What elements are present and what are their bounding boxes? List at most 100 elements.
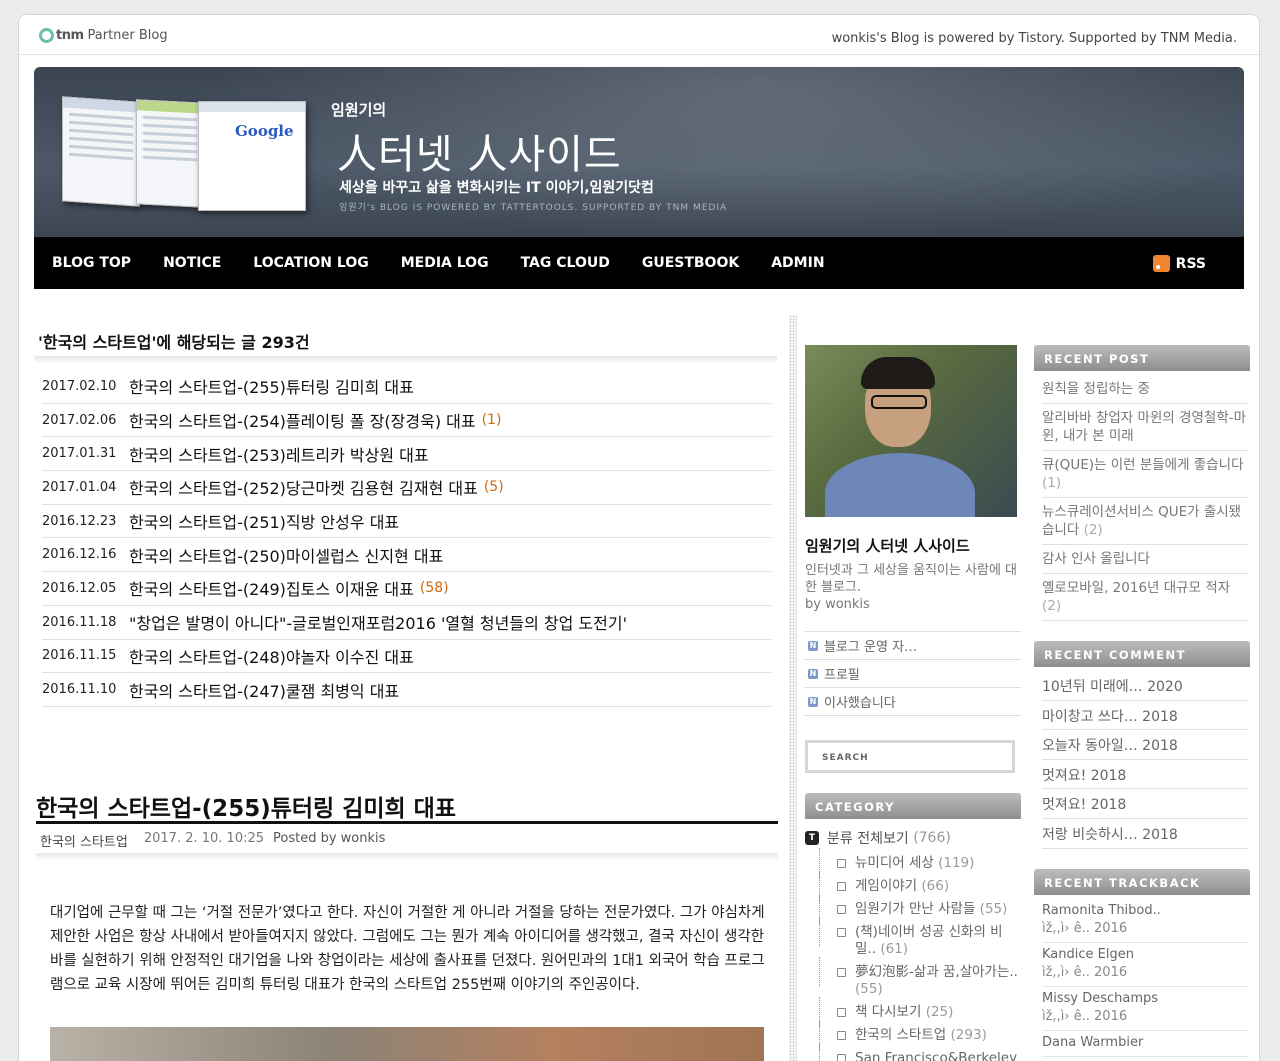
profile-author: by wonkis (805, 597, 870, 612)
category-root-name: 분류 전체보기 (827, 831, 909, 847)
post-date: 2017.02.06 (42, 412, 117, 428)
recent-post-item[interactable]: 감사 인사 올립니다 (1042, 545, 1248, 574)
trackback-name: Dana Warmbier (1042, 1034, 1144, 1050)
category-name: 임원기가 만난 사람들 (855, 901, 976, 917)
rss-icon (1152, 255, 1170, 272)
recent-comment-list: 10년뒤 미래에… 2020 마이창고 쓰다… 2018 오늘자 동아일… 20… (1042, 671, 1248, 849)
category-count: (61) (880, 941, 909, 957)
post-row[interactable]: 2017.02.06 한국의 스타트업-(254)플레이팅 폴 장(장경욱) 대표… (42, 404, 771, 438)
nav-notice[interactable]: NOTICE (163, 255, 221, 271)
category-root[interactable]: T 분류 전체보기 (766) (805, 827, 1021, 849)
nav-guestbook[interactable]: GUESTBOOK (642, 255, 739, 271)
post-date: 2017.01.04 (42, 479, 117, 495)
nav-location-log[interactable]: LOCATION LOG (253, 255, 368, 271)
post-date: 2016.11.15 (42, 648, 117, 664)
recent-comment-item[interactable]: 10년뒤 미래에… 2020 (1042, 671, 1248, 701)
post-title-link[interactable]: 한국의 스타트업-(253)레트리카 박상원 대표 (129, 442, 429, 466)
category-name: San Francisco&Berkeley (855, 1050, 1018, 1061)
comment-count[interactable]: (58) (420, 580, 449, 596)
recent-comment-item[interactable]: 마이창고 쓰다… 2018 (1042, 701, 1248, 731)
profile-link-profile[interactable]: N 프로필 (805, 660, 1021, 688)
recent-post-count: (2) (1083, 522, 1103, 538)
comment-count[interactable]: (5) (484, 479, 504, 495)
post-title-link[interactable]: 한국의 스타트업-(250)마이셀럽스 신지현 대표 (129, 543, 443, 567)
profile-link-blog-policy[interactable]: N 블로그 운영 자… (805, 632, 1021, 660)
post-row[interactable]: 2016.12.05 한국의 스타트업-(249)집토스 이재윤 대표 (58) (42, 572, 771, 606)
post-row[interactable]: 2016.11.18 "창업은 발명이 아니다"-글로벌인재포럼2016 '열혈 … (42, 606, 771, 640)
main-navigation: BLOG TOP NOTICE LOCATION LOG MEDIA LOG T… (34, 237, 1244, 289)
category-item[interactable]: 게임이야기 (66) (813, 871, 1021, 901)
folder-box-icon (837, 882, 846, 891)
article-title[interactable]: 한국의 스타트업-(255)튜터링 김미희 대표 (36, 789, 456, 823)
post-title-link[interactable]: 한국의 스타트업-(249)집토스 이재윤 대표 (129, 576, 414, 600)
category-item[interactable]: 뉴미디어 세상 (119) (813, 848, 1021, 878)
notice-n-icon: N (808, 640, 818, 651)
post-title-link[interactable]: 한국의 스타트업-(252)당근마켓 김용현 김재현 대표 (129, 475, 478, 499)
search-input[interactable]: SEARCH (805, 740, 1015, 773)
post-title-link[interactable]: 한국의 스타트업-(255)튜터링 김미희 대표 (129, 374, 414, 398)
blog-powered-text: 임원기's BLOG IS POWERED BY TATTERTOOLS. SU… (339, 203, 728, 213)
folder-box-icon (837, 905, 846, 914)
post-row[interactable]: 2017.01.04 한국의 스타트업-(252)당근마켓 김용현 김재현 대표 (… (42, 471, 771, 505)
browser-screenshot-google-icon: Google (198, 101, 306, 211)
nav-media-log[interactable]: MEDIA LOG (401, 255, 489, 271)
recent-post-title: 큐(QUE)는 이런 분들에게 좋습니다 (1042, 457, 1244, 473)
article-author: Posted by wonkis (273, 831, 386, 846)
article-category-link[interactable]: 한국의 스타트업 (40, 831, 128, 850)
category-item[interactable]: (책)네이버 성공 신화의 비밀.. (61) (813, 917, 1021, 958)
profile-link-moved[interactable]: N 이사했습니다 (805, 688, 1021, 716)
recent-trackback-item[interactable]: Ramonita Thibod.. ìž,,ì› ê.. 2016 (1042, 899, 1248, 943)
post-row[interactable]: 2016.12.23 한국의 스타트업-(251)직방 안성우 대표 (42, 505, 771, 539)
recent-post-item[interactable]: 뉴스큐레이션서비스 QUE가 출시됐습니다 (2) (1042, 498, 1248, 545)
profile-sidebar: 임원기의 人터넷 人사이드 인터넷과 그 세상을 움직이는 사람에 대한 블로그… (805, 345, 1021, 1061)
post-title-link[interactable]: 한국의 스타트업-(247)쿨잼 최병익 대표 (129, 678, 399, 702)
nav-tag-cloud[interactable]: TAG CLOUD (521, 255, 610, 271)
nav-admin[interactable]: ADMIN (771, 255, 824, 271)
recent-post-title: 원칙을 정립하는 중 (1042, 381, 1150, 397)
recent-comment-item[interactable]: 멋져요! 2018 (1042, 789, 1248, 819)
recent-post-item[interactable]: 원칙을 정립하는 중 (1042, 375, 1248, 404)
nav-blog-top[interactable]: BLOG TOP (52, 255, 131, 271)
post-title-link[interactable]: 한국의 스타트업-(251)직방 안성우 대표 (129, 509, 399, 533)
post-row[interactable]: 2016.11.10 한국의 스타트업-(247)쿨잼 최병익 대표 (42, 673, 771, 707)
recent-post-item[interactable]: 옐로모바일, 2016년 대규모 적자 (2) (1042, 574, 1248, 621)
category-item[interactable]: 책 다시보기 (25) (813, 997, 1021, 1027)
profile-name: 임원기의 人터넷 人사이드 (805, 537, 970, 555)
rss-label: RSS (1175, 255, 1206, 272)
blog-description: 세상을 바꾸고 삶을 변화시키는 IT 이야기,임원기닷컴 (339, 180, 654, 196)
category-name: 夢幻泡影-삶과 꿈,살아가는.. (855, 964, 1018, 980)
category-item[interactable]: 夢幻泡影-삶과 꿈,살아가는.. (55) (813, 957, 1021, 998)
post-title-link[interactable]: "창업은 발명이 아니다"-글로벌인재포럼2016 '열혈 청년들의 창업 도전… (129, 610, 627, 634)
post-row[interactable]: 2016.12.16 한국의 스타트업-(250)마이셀럽스 신지현 대표 (42, 538, 771, 573)
recent-comment-item[interactable]: 저랑 비슷하시… 2018 (1042, 819, 1248, 849)
recent-comment-header: RECENT COMMENT (1034, 641, 1250, 667)
post-title-link[interactable]: 한국의 스타트업-(248)야놀자 이수진 대표 (129, 644, 414, 668)
recent-comment-item[interactable]: 오늘자 동아일… 2018 (1042, 730, 1248, 760)
tnm-logo-icon (39, 28, 54, 43)
post-row[interactable]: 2016.11.15 한국의 스타트업-(248)야놀자 이수진 대표 (42, 640, 771, 674)
tnm-partner-blog-logo[interactable]: tnm Partner Blog (39, 28, 168, 43)
category-item[interactable]: San Francisco&Berkeley (813, 1043, 1021, 1061)
recent-comment-item[interactable]: 멋져요! 2018 (1042, 760, 1248, 790)
folder-box-icon (837, 1054, 846, 1061)
recent-post-item[interactable]: 알리바바 창업자 마윈의 경영철학-마윈, 내가 본 미래 (1042, 404, 1248, 451)
post-row[interactable]: 2017.01.31 한국의 스타트업-(253)레트리카 박상원 대표 (42, 437, 771, 472)
rss-link[interactable]: RSS (1152, 255, 1206, 272)
article-photo (50, 1027, 764, 1061)
category-item[interactable]: 한국의 스타트업 (293) (813, 1020, 1021, 1050)
recent-trackback-item[interactable]: Missy Deschamps ìž,,ì› ê.. 2016 (1042, 987, 1248, 1031)
trackback-name: Ramonita Thibod.. (1042, 902, 1161, 918)
post-date: 2016.12.23 (42, 513, 117, 529)
category-name: 책 다시보기 (855, 1004, 922, 1020)
category-item[interactable]: 임원기가 만난 사람들 (55) (813, 894, 1021, 924)
folder-box-icon (837, 1031, 846, 1040)
category-name: (책)네이버 성공 신화의 비밀.. (855, 924, 1003, 957)
recent-trackback-item[interactable]: Kandice Elgen ìž,,ì› ê.. 2016 (1042, 943, 1248, 987)
recent-trackback-item[interactable]: Dana Warmbier (1042, 1031, 1248, 1057)
recent-post-item[interactable]: 큐(QUE)는 이런 분들에게 좋습니다 (1) (1042, 451, 1248, 498)
article-body: 대기업에 근무할 때 그는 ‘거절 전문가’였다고 한다. 자신이 거절한 게 … (50, 905, 765, 993)
article-date: 2017. 2. 10. 10:25 (143, 831, 265, 846)
post-title-link[interactable]: 한국의 스타트업-(254)플레이팅 폴 장(장경욱) 대표 (129, 408, 476, 432)
post-row[interactable]: 2017.02.10 한국의 스타트업-(255)튜터링 김미희 대표 (42, 370, 771, 404)
comment-count[interactable]: (1) (482, 412, 502, 428)
